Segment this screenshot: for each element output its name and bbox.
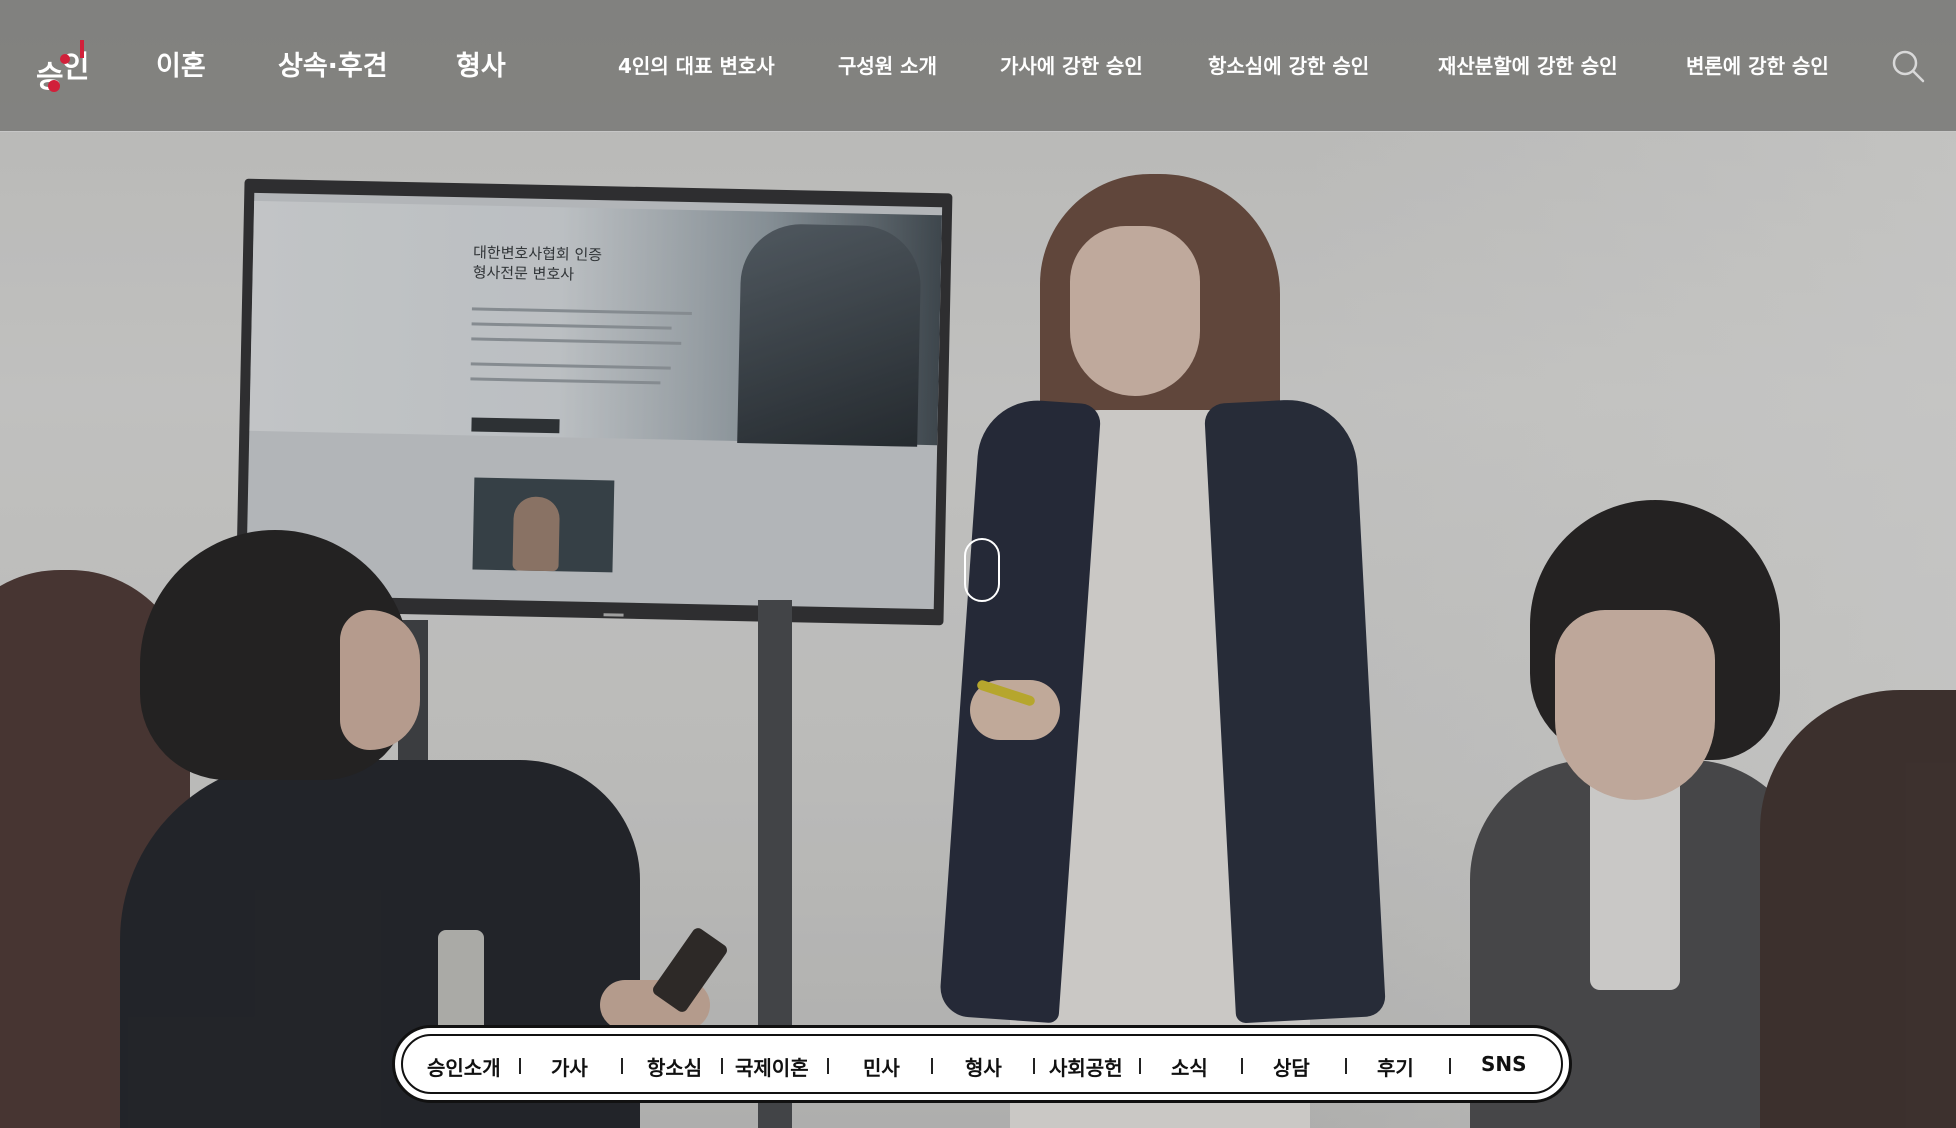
bottom-nav-social-contribution[interactable]: 사회공헌 [1049, 1052, 1123, 1081]
bottom-nav-criminal[interactable]: 형사 [965, 1052, 1002, 1081]
sub-nav-representative-lawyers[interactable]: 4인의 대표 변호사 [618, 50, 775, 79]
logo-red-dot [48, 80, 60, 92]
bottom-nav-divider [1139, 1058, 1141, 1074]
logo-red-dot-small [60, 54, 70, 64]
main-nav-divorce[interactable]: 이혼 [156, 44, 206, 83]
search-button[interactable] [1890, 48, 1926, 84]
logo-glyph-2: 인 [62, 50, 90, 85]
bottom-nav-divider [621, 1058, 623, 1074]
bottom-nav-divider [1449, 1058, 1451, 1074]
sub-nav-members[interactable]: 구성원 소개 [838, 50, 937, 79]
bottom-nav-sns[interactable]: SNS [1481, 1052, 1527, 1076]
bottom-nav-civil[interactable]: 민사 [863, 1052, 900, 1081]
bottom-nav-divider [721, 1058, 723, 1074]
sub-nav-family-law[interactable]: 가사에 강한 승인 [1000, 50, 1143, 79]
sub-nav-appeal[interactable]: 항소심에 강한 승인 [1208, 50, 1369, 79]
search-icon [1892, 50, 1925, 83]
bottom-nav-divider [827, 1058, 829, 1074]
bottom-nav-divider [931, 1058, 933, 1074]
logo-red-bar [80, 40, 84, 58]
bottom-nav-family[interactable]: 가사 [551, 1052, 588, 1081]
site-logo[interactable]: 승 인 [36, 36, 92, 96]
main-nav-inheritance[interactable]: 상속·후견 [278, 44, 388, 83]
bottom-nav-divider [1345, 1058, 1347, 1074]
bottom-nav-divider [1241, 1058, 1243, 1074]
bottom-nav-news[interactable]: 소식 [1171, 1052, 1208, 1081]
bottom-nav-international-divorce[interactable]: 국제이혼 [735, 1052, 809, 1081]
bottom-nav-reviews[interactable]: 후기 [1377, 1052, 1414, 1081]
bottom-nav-divider [519, 1058, 521, 1074]
sub-nav-pleading[interactable]: 변론에 강한 승인 [1686, 50, 1829, 79]
main-nav-criminal[interactable]: 형사 [456, 44, 506, 83]
scroll-down-indicator[interactable] [964, 538, 1000, 602]
bottom-nav-divider [1033, 1058, 1035, 1074]
bottom-category-nav: 승인소개 가사 항소심 국제이혼 민사 형사 사회공헌 소식 상담 후기 SNS [392, 1025, 1572, 1103]
bottom-nav-consultation[interactable]: 상담 [1273, 1052, 1310, 1081]
bottom-nav-appeal[interactable]: 항소심 [647, 1052, 702, 1081]
site-header: 승 인 이혼 상속·후견 형사 4인의 대표 변호사 구성원 소개 가사에 강한… [0, 0, 1956, 132]
bottom-nav-about[interactable]: 승인소개 [427, 1052, 501, 1081]
sub-nav-property-division[interactable]: 재산분할에 강한 승인 [1438, 50, 1618, 79]
